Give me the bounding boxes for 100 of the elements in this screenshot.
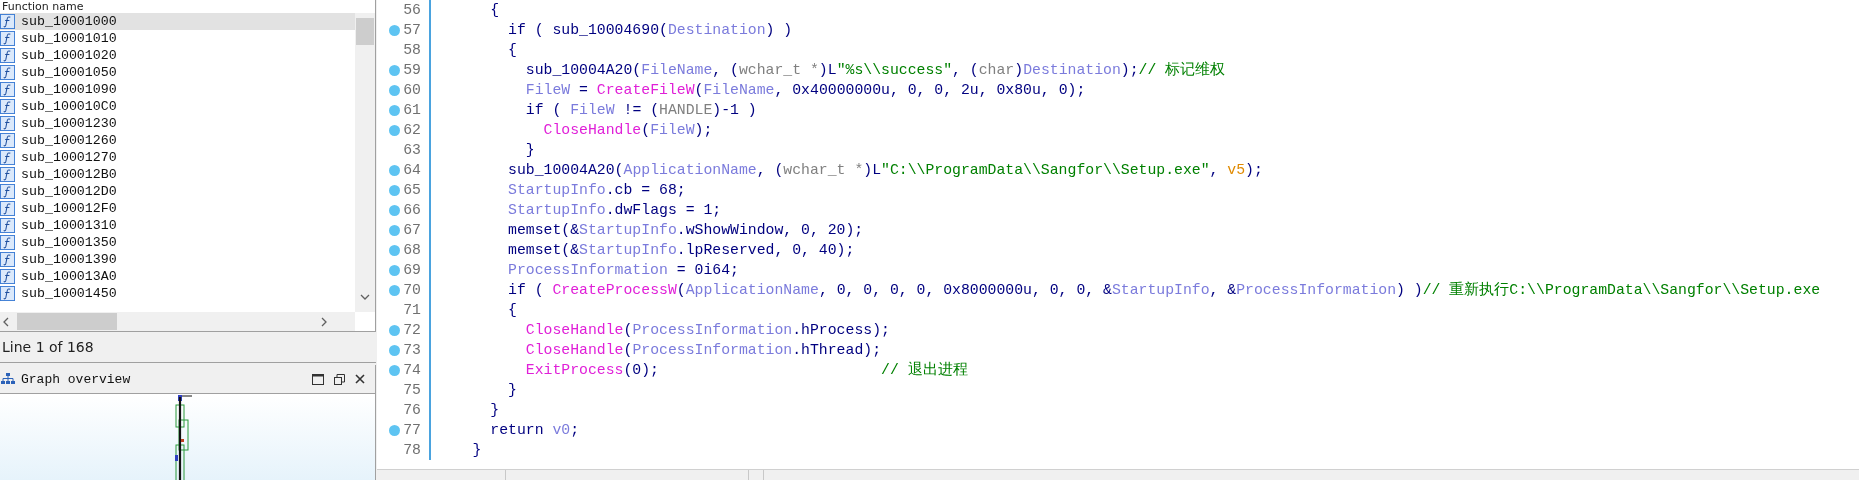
code-token: } [472, 442, 482, 458]
function-list-item[interactable]: sub_10001020 [0, 47, 355, 64]
graph-drawing[interactable] [172, 395, 193, 480]
code-token: ) ) [1396, 282, 1423, 298]
breakpoint-dot[interactable] [389, 285, 400, 296]
code-token: = 0i64; [676, 262, 739, 278]
code-token: memset(& [508, 242, 580, 258]
code-token: ; [570, 422, 580, 438]
function-list-item[interactable]: sub_10001350 [0, 234, 355, 251]
function-list-item[interactable]: sub_10001010 [0, 30, 355, 47]
code-token: ( [641, 122, 651, 138]
close-icon[interactable] [355, 374, 365, 384]
vertical-scrollbar[interactable] [355, 13, 375, 312]
code-token: FileName [641, 62, 713, 78]
breakpoint-dot[interactable] [389, 65, 400, 76]
code-token: ProcessInformation [632, 342, 793, 358]
code-token: sub_10004A20 [525, 62, 633, 78]
function-list-item[interactable]: sub_100012F0 [0, 200, 355, 217]
code-token: } [525, 142, 535, 158]
line-number: 78 [403, 442, 421, 458]
breakpoint-dot[interactable] [389, 245, 400, 256]
code-token: ProcessInformation [508, 262, 668, 278]
function-icon [0, 65, 15, 80]
function-list-item[interactable]: sub_100010C0 [0, 98, 355, 115]
function-list-item[interactable]: sub_10001310 [0, 217, 355, 234]
function-list-item[interactable]: sub_10001230 [0, 115, 355, 132]
line-number: 60 [403, 82, 421, 98]
function-list-item[interactable]: sub_100012B0 [0, 166, 355, 183]
function-icon [0, 82, 15, 97]
code-token: ApplicationName [623, 162, 757, 178]
breakpoint-dot[interactable] [389, 225, 400, 236]
code-token: { [508, 42, 517, 58]
line-number: 56 [403, 2, 421, 18]
line-number: 63 [403, 142, 421, 158]
restore-icon[interactable] [334, 373, 345, 385]
line-number: 61 [403, 102, 421, 118]
code-token: )-1 ) [712, 102, 757, 118]
code-token: CloseHandle [525, 322, 624, 338]
panel-title: Graph overview [21, 371, 131, 387]
string-literal: "%s\\success" [836, 62, 953, 78]
code-token: , ( [712, 62, 739, 78]
code-token: Destination [1023, 62, 1121, 78]
line-number: 70 [403, 282, 421, 298]
code-token: StartupInfo [508, 182, 606, 198]
breakpoint-dot[interactable] [389, 205, 400, 216]
function-list-item[interactable]: sub_10001390 [0, 251, 355, 268]
code-token: .hProcess); [792, 322, 890, 338]
code-token: .hThread); [792, 342, 881, 358]
code-token: FileName [703, 82, 775, 98]
code-token: ( [676, 282, 686, 298]
breakpoint-dot[interactable] [389, 345, 400, 356]
scroll-right-icon[interactable] [321, 316, 327, 327]
maximize-icon[interactable] [312, 373, 324, 385]
code-token: , 0, 0, 0, 0, 0x8000000u, 0, 0, & [818, 282, 1112, 298]
function-icon [0, 184, 15, 199]
breakpoint-dot[interactable] [389, 425, 400, 436]
scroll-down-icon[interactable] [360, 294, 370, 300]
code-token: ProcessInformation [632, 322, 793, 338]
line-number: 59 [403, 62, 421, 78]
line-number: 66 [403, 202, 421, 218]
function-list-item[interactable]: sub_10001450 [0, 285, 355, 302]
scrollbar-thumb[interactable] [356, 18, 374, 45]
breakpoint-dot[interactable] [389, 365, 400, 376]
code-comment: // 退出进程 [881, 362, 968, 378]
function-list-item[interactable]: sub_10001050 [0, 64, 355, 81]
breakpoint-dot[interactable] [389, 25, 400, 36]
breakpoint-dot[interactable] [389, 165, 400, 176]
code-token: ( [694, 82, 704, 98]
code-token: CreateProcessW [552, 282, 677, 298]
code-token: CreateFileW [596, 82, 695, 98]
breakpoint-dot[interactable] [389, 105, 400, 116]
breakpoint-dot[interactable] [389, 265, 400, 276]
code-token: FileW [570, 102, 615, 118]
function-list-item[interactable]: sub_100013A0 [0, 268, 355, 285]
breakpoint-dot[interactable] [389, 325, 400, 336]
function-list-item[interactable]: sub_10001090 [0, 81, 355, 98]
breakpoint-dot[interactable] [389, 185, 400, 196]
string-literal: "C:\\ProgramData\\Sangfor\\Setup.exe" [881, 162, 1210, 178]
code-token: = [579, 82, 589, 98]
code-token: wchar_t * [783, 162, 864, 178]
function-list-item[interactable]: sub_10001000 [0, 13, 355, 30]
function-list-item[interactable]: sub_10001270 [0, 149, 355, 166]
code-token: .dwFlags = 1; [605, 202, 722, 218]
function-icon [0, 235, 15, 250]
code-token: v5 [1227, 162, 1246, 178]
scroll-left-icon[interactable] [3, 316, 9, 327]
function-icon [0, 116, 15, 131]
breakpoint-dot[interactable] [389, 125, 400, 136]
function-icon [0, 218, 15, 233]
function-icon [0, 269, 15, 284]
horizontal-scrollbar[interactable] [0, 312, 355, 331]
code-comment: // 重新执行C:\\ProgramData\\Sangfor\\Setup.exe [1422, 282, 1821, 298]
function-list-item[interactable]: sub_100012D0 [0, 183, 355, 200]
code-token: .wShowWindow, 0, 20); [676, 222, 864, 238]
column-header[interactable]: Function name [0, 1, 84, 13]
code-token: CloseHandle [525, 342, 624, 358]
breakpoint-dot[interactable] [389, 85, 400, 96]
code-token: ) [1014, 62, 1024, 78]
line-number: 72 [403, 322, 421, 338]
function-list-item[interactable]: sub_10001260 [0, 132, 355, 149]
